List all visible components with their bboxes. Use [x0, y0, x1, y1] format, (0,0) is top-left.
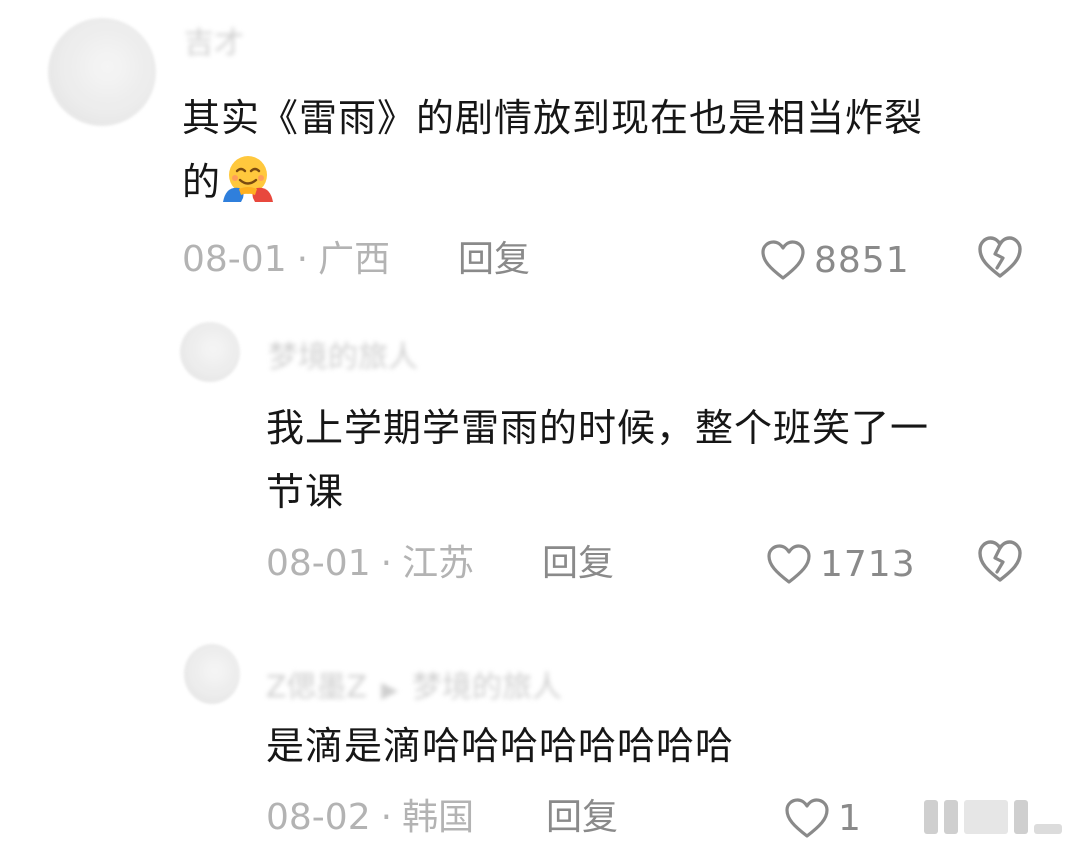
- comment-username[interactable]: 梦境的旅人: [268, 332, 418, 376]
- comment-text-line: 我上学期学雷雨的时候，整个班笑了一: [266, 406, 930, 450]
- watermark-bar: [924, 800, 938, 834]
- hugging-face-emoji-icon: [221, 153, 275, 203]
- separator: ·: [380, 543, 393, 584]
- reply-to-username: 梦境的旅人: [412, 670, 563, 705]
- comment-text-line: 其实《雷雨》的剧情放到现在也是相当炸裂: [182, 96, 924, 140]
- like-count: 8851: [814, 239, 910, 281]
- comment-text-line-2: 的: [182, 150, 1042, 214]
- watermark-bar: [1034, 824, 1062, 834]
- separator: ·: [380, 797, 393, 838]
- heart-icon: [761, 240, 805, 280]
- comment-meta: 08-01 · 广西: [182, 236, 390, 284]
- separator: ·: [296, 239, 309, 280]
- like-button[interactable]: 8851: [760, 236, 910, 284]
- comment-meta: 08-01 · 江苏: [266, 540, 474, 588]
- watermark: [924, 800, 1062, 834]
- reply-button[interactable]: 回复: [458, 236, 530, 284]
- comment-text-fragment: 的: [182, 160, 222, 204]
- like-count: 1713: [820, 543, 916, 585]
- dislike-button[interactable]: [976, 234, 1024, 282]
- comment-location: 韩国: [402, 797, 475, 838]
- reply-arrow-icon: ▶: [381, 678, 399, 703]
- heart-icon: [767, 544, 811, 584]
- comment-meta: 08-02 · 韩国: [266, 794, 474, 842]
- dislike-button[interactable]: [976, 538, 1024, 586]
- comment-text: 是滴是滴哈哈哈哈哈哈哈哈: [266, 714, 1056, 778]
- comment-text-line-2: 节课: [266, 470, 345, 514]
- avatar[interactable]: [180, 322, 240, 382]
- comment-date: 08-01: [266, 543, 371, 584]
- broken-heart-icon: [978, 236, 1022, 278]
- comment-date: 08-01: [182, 239, 287, 280]
- like-button[interactable]: 1713: [766, 540, 916, 588]
- like-button[interactable]: 1: [784, 794, 862, 842]
- like-count: 1: [838, 797, 862, 839]
- watermark-bar: [964, 800, 1008, 834]
- heart-icon: [785, 798, 829, 838]
- comment-location: 江苏: [402, 543, 475, 584]
- watermark-bar: [1014, 800, 1028, 834]
- comment-date: 08-02: [266, 797, 371, 838]
- avatar[interactable]: [48, 18, 156, 126]
- reply-button[interactable]: 回复: [542, 540, 614, 588]
- avatar[interactable]: [184, 644, 240, 704]
- reply-button[interactable]: 回复: [546, 794, 618, 842]
- comment-username[interactable]: Z偲墨Z ▶ 梦境的旅人: [266, 662, 562, 706]
- comment-text: 其实《雷雨》的剧情放到现在也是相当炸裂 的: [182, 86, 1042, 214]
- comment-text: 我上学期学雷雨的时候，整个班笑了一 节课: [266, 396, 1056, 524]
- watermark-bar: [944, 800, 958, 834]
- comment-username-text: Z偲墨Z: [266, 670, 368, 705]
- comment-location: 广西: [318, 239, 391, 280]
- broken-heart-icon: [978, 540, 1022, 582]
- comment-username[interactable]: 吉才: [184, 18, 244, 62]
- comment-text-line: 是滴是滴哈哈哈哈哈哈哈哈: [266, 724, 735, 768]
